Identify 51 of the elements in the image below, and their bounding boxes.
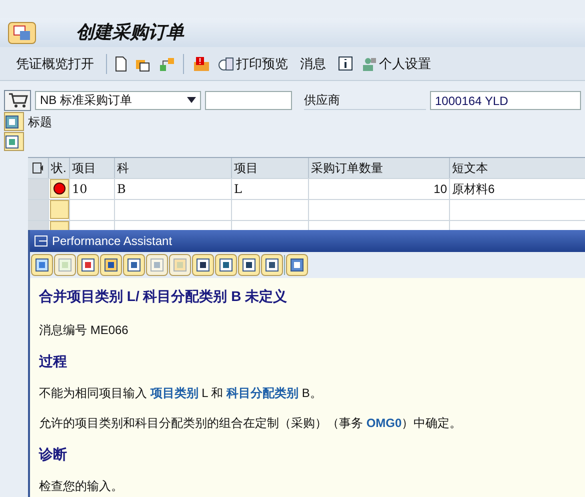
caret-icon — [187, 97, 196, 103]
table-cell: 原材料6 — [452, 182, 495, 196]
close-button[interactable] — [286, 254, 308, 276]
table-cell: L — [234, 182, 242, 196]
paragraph: 不能为相同项目输入 项目类别 L 和 科目分配类别 B。 — [39, 385, 323, 402]
order-type-dropdown[interactable]: NB 标准采购订单 — [35, 90, 201, 110]
help-link[interactable]: 科目分配类别 — [226, 386, 299, 400]
row-selector[interactable] — [28, 221, 48, 231]
help-link[interactable]: OMG0 — [366, 416, 402, 430]
expand-button[interactable] — [4, 132, 24, 151]
print-button[interactable] — [215, 254, 237, 276]
column-header[interactable]: 项目 — [231, 158, 308, 178]
vendor-label: 供应商 — [304, 90, 426, 110]
window-title: 创建采购订单 — [76, 21, 184, 44]
table-cell: 10 — [434, 182, 447, 196]
table-cell: B — [117, 182, 126, 196]
find-button[interactable] — [238, 254, 260, 276]
column-header[interactable]: 项目 — [69, 158, 114, 178]
column-header[interactable]: 短文本 — [449, 158, 585, 178]
menu-button[interactable] — [8, 22, 36, 44]
window-title: Performance Assistant — [52, 233, 172, 250]
section-heading: 过程 — [39, 352, 68, 371]
message-title: 合并项目类别 L/ 科目分配类别 B 未定义 — [39, 287, 288, 306]
column-settings-icon — [32, 162, 44, 174]
column-header[interactable]: 采购订单数量 — [308, 158, 449, 178]
expand-button[interactable] — [4, 112, 24, 131]
help-link[interactable]: 项目类别 — [150, 386, 198, 400]
list-button[interactable] — [261, 254, 283, 276]
section-label: 标题 — [28, 114, 52, 130]
column-header[interactable]: 科 — [114, 158, 231, 178]
window-button[interactable] — [192, 254, 214, 276]
column-header[interactable]: 状. — [48, 158, 69, 178]
paragraph: 允许的项目类别和科目分配类别的组合在定制（采购）（事务 OMG0）中确定。 — [39, 415, 463, 432]
personal-settings-button[interactable]: 个人设置 — [357, 54, 435, 74]
paragraph: 检查您的输入。 — [39, 478, 124, 495]
error-status-icon — [52, 182, 66, 195]
status-button[interactable] — [50, 179, 68, 198]
book-button[interactable] — [77, 254, 99, 276]
section-heading: 诊断 — [39, 445, 68, 464]
toolbar-button[interactable]: 消息 — [292, 54, 334, 74]
person-icon — [361, 56, 377, 72]
print-preview-button[interactable]: 打印预览 — [214, 54, 292, 74]
back-button[interactable] — [31, 254, 53, 276]
edit-button[interactable] — [123, 254, 145, 276]
tools-button[interactable] — [100, 254, 122, 276]
toolbar-button[interactable]: 凭证概览打开 — [8, 54, 102, 74]
table-cell: 10 — [72, 182, 88, 196]
input-field[interactable] — [205, 90, 292, 110]
vendor-field[interactable]: 1000164 YLD — [430, 90, 581, 110]
cart-button[interactable] — [4, 90, 31, 110]
paragraph: 消息编号 ME066 — [39, 322, 130, 339]
